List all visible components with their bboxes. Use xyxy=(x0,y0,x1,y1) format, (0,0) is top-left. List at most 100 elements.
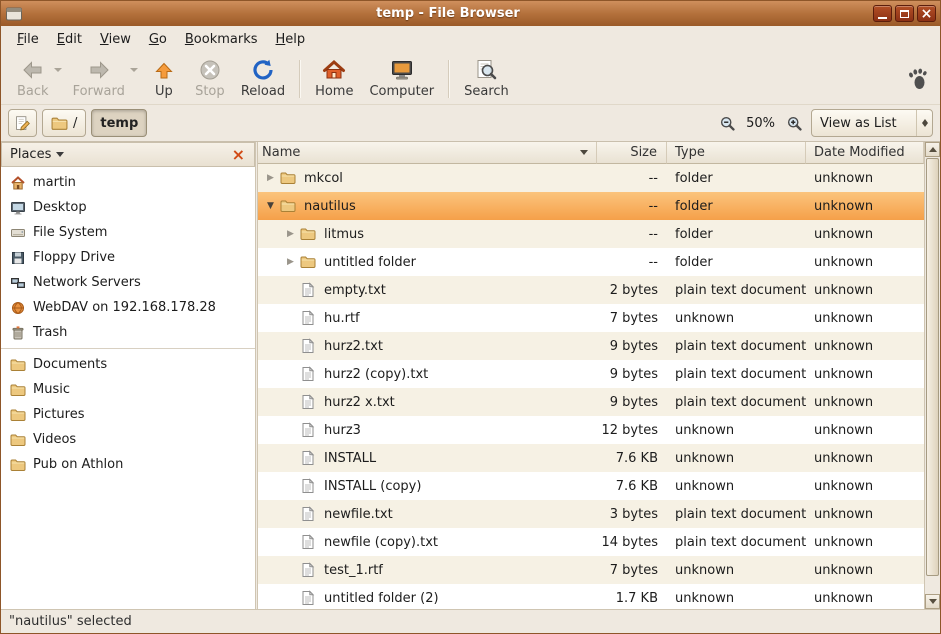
sidebar-item-file-system[interactable]: File System xyxy=(1,220,255,245)
column-header-size[interactable]: Size xyxy=(597,142,667,164)
folder-icon xyxy=(10,457,26,473)
sidebar-item-documents[interactable]: Documents xyxy=(1,352,255,377)
cell-name: empty.txt xyxy=(258,276,597,304)
file-row-install-copy[interactable]: INSTALL (copy)7.6 KBunknownunknown xyxy=(258,472,924,500)
file-row-untitled-folder[interactable]: ▶untitled folder--folderunknown xyxy=(258,248,924,276)
toolbar-back-button[interactable]: Back xyxy=(9,55,57,102)
toolbar-computer-button[interactable]: Computer xyxy=(361,55,442,102)
sidebar-item-pictures[interactable]: Pictures xyxy=(1,402,255,427)
zoom-in-icon xyxy=(786,115,803,132)
sidebar-item-label: Videos xyxy=(33,432,76,447)
column-header-label: Name xyxy=(262,145,300,160)
sidebar-item-network-servers[interactable]: Network Servers xyxy=(1,270,255,295)
folder-icon xyxy=(10,432,26,448)
scrollbar-thumb[interactable] xyxy=(926,158,939,576)
cell-modified: unknown xyxy=(806,192,924,220)
file-row-litmus[interactable]: ▶litmus--folderunknown xyxy=(258,220,924,248)
vertical-scrollbar[interactable] xyxy=(924,142,940,609)
sidebar-item-label: Network Servers xyxy=(33,275,141,290)
edit-location-button[interactable] xyxy=(8,109,37,137)
sidebar-item-pub-on-athlon[interactable]: Pub on Athlon xyxy=(1,452,255,477)
cell-modified: unknown xyxy=(806,220,924,248)
toolbar-forward-dropdown-icon[interactable] xyxy=(130,68,138,76)
menu-bar: FileEditViewGoBookmarksHelp xyxy=(1,26,940,53)
menu-edit[interactable]: Edit xyxy=(49,28,90,51)
file-row-newfile-txt[interactable]: newfile.txt3 bytesplain text documentunk… xyxy=(258,500,924,528)
column-header-type[interactable]: Type xyxy=(667,142,806,164)
file-name-label: mkcol xyxy=(304,171,343,186)
sidebar-item-music[interactable]: Music xyxy=(1,377,255,402)
expander-collapsed-icon[interactable]: ▶ xyxy=(282,229,299,239)
sidebar-item-webdav-on-192-168-178-28[interactable]: WebDAV on 192.168.178.28 xyxy=(1,295,255,320)
file-row-newfile-copy-txt[interactable]: newfile (copy).txt14 bytesplain text doc… xyxy=(258,528,924,556)
toolbar-home-button[interactable]: Home xyxy=(307,55,361,102)
menu-go[interactable]: Go xyxy=(141,28,175,51)
sidebar-item-videos[interactable]: Videos xyxy=(1,427,255,452)
status-text: "nautilus" selected xyxy=(9,614,132,629)
cell-size: 9 bytes xyxy=(597,360,667,388)
places-header[interactable]: Places × xyxy=(1,142,255,167)
column-header-name[interactable]: Name xyxy=(258,142,597,164)
expander-expanded-icon[interactable]: ▼ xyxy=(262,201,279,211)
menu-file[interactable]: File xyxy=(9,28,47,51)
sidebar-item-martin[interactable]: martin xyxy=(1,170,255,195)
cell-size: -- xyxy=(597,192,667,220)
view-controls: 50% View as List xyxy=(716,109,933,137)
cell-modified: unknown xyxy=(806,416,924,444)
cell-size: 2 bytes xyxy=(597,276,667,304)
path-root-button[interactable]: / xyxy=(42,109,86,137)
sidebar-item-desktop[interactable]: Desktop xyxy=(1,195,255,220)
toolbar-up-button[interactable]: Up xyxy=(141,55,187,102)
toolbar-back-dropdown-icon[interactable] xyxy=(54,68,62,76)
file-row-test-1-rtf[interactable]: test_1.rtf7 bytesunknownunknown xyxy=(258,556,924,584)
view-mode-select[interactable]: View as List xyxy=(811,109,933,137)
column-header-date-modified[interactable]: Date Modified xyxy=(806,142,924,164)
toolbar-reload-button[interactable]: Reload xyxy=(233,55,293,102)
trash-icon xyxy=(10,325,26,341)
path-current-button[interactable]: temp xyxy=(91,109,147,137)
file-row-install[interactable]: INSTALL7.6 KBunknownunknown xyxy=(258,444,924,472)
scroll-down-button[interactable] xyxy=(925,594,940,609)
menu-help[interactable]: Help xyxy=(268,28,314,51)
toolbar-search-label: Search xyxy=(464,84,509,99)
expander-collapsed-icon[interactable]: ▶ xyxy=(262,173,279,183)
file-row-hurz3[interactable]: hurz312 bytesunknownunknown xyxy=(258,416,924,444)
toolbar-forward-button[interactable]: Forward xyxy=(65,55,133,102)
file-row-untitled-folder-2[interactable]: untitled folder (2)1.7 KBunknownunknown xyxy=(258,584,924,609)
menu-view[interactable]: View xyxy=(92,28,139,51)
list-column-headers: Name SizeTypeDate Modified xyxy=(258,142,924,164)
folder-icon xyxy=(279,170,297,186)
toolbar-search-button[interactable]: Search xyxy=(456,55,517,102)
minimize-button[interactable] xyxy=(873,5,892,22)
text-file-icon xyxy=(299,478,317,494)
sidebar-close-icon[interactable]: × xyxy=(228,147,249,163)
menu-accelerator: H xyxy=(276,32,286,47)
file-row-hu-rtf[interactable]: hu.rtf7 bytesunknownunknown xyxy=(258,304,924,332)
file-row-empty-txt[interactable]: empty.txt2 bytesplain text documentunkno… xyxy=(258,276,924,304)
expander-collapsed-icon[interactable]: ▶ xyxy=(282,257,299,267)
file-row-hurz2-txt[interactable]: hurz2.txt9 bytesplain text documentunkno… xyxy=(258,332,924,360)
zoom-in-button[interactable] xyxy=(783,112,805,134)
toolbar-stop-button[interactable]: Stop xyxy=(187,55,233,102)
file-name-label: hu.rtf xyxy=(324,311,360,326)
sidebar-item-trash[interactable]: Trash xyxy=(1,320,255,345)
scroll-up-button[interactable] xyxy=(925,142,940,157)
file-row-hurz2-copy-txt[interactable]: hurz2 (copy).txt9 bytesplain text docume… xyxy=(258,360,924,388)
close-button[interactable]: × xyxy=(917,5,936,22)
cell-size: -- xyxy=(597,164,667,192)
toolbar-group-search: Search xyxy=(456,55,517,102)
home-icon xyxy=(322,58,346,82)
file-row-mkcol[interactable]: ▶mkcol--folderunknown xyxy=(258,164,924,192)
file-row-nautilus[interactable]: ▼nautilus--folderunknown xyxy=(258,192,924,220)
maximize-button[interactable] xyxy=(895,5,914,22)
zoom-out-button[interactable] xyxy=(716,112,738,134)
file-row-hurz2-x-txt[interactable]: hurz2 x.txt9 bytesplain text documentunk… xyxy=(258,388,924,416)
title-bar[interactable]: temp - File Browser × xyxy=(1,1,940,26)
cell-modified: unknown xyxy=(806,528,924,556)
toolbar-group-reload: Reload xyxy=(233,55,293,102)
sidebar-item-floppy-drive[interactable]: Floppy Drive xyxy=(1,245,255,270)
menu-bookmarks[interactable]: Bookmarks xyxy=(177,28,266,51)
cell-size: 14 bytes xyxy=(597,528,667,556)
cell-type: unknown xyxy=(667,304,806,332)
path-current-label: temp xyxy=(100,116,138,131)
